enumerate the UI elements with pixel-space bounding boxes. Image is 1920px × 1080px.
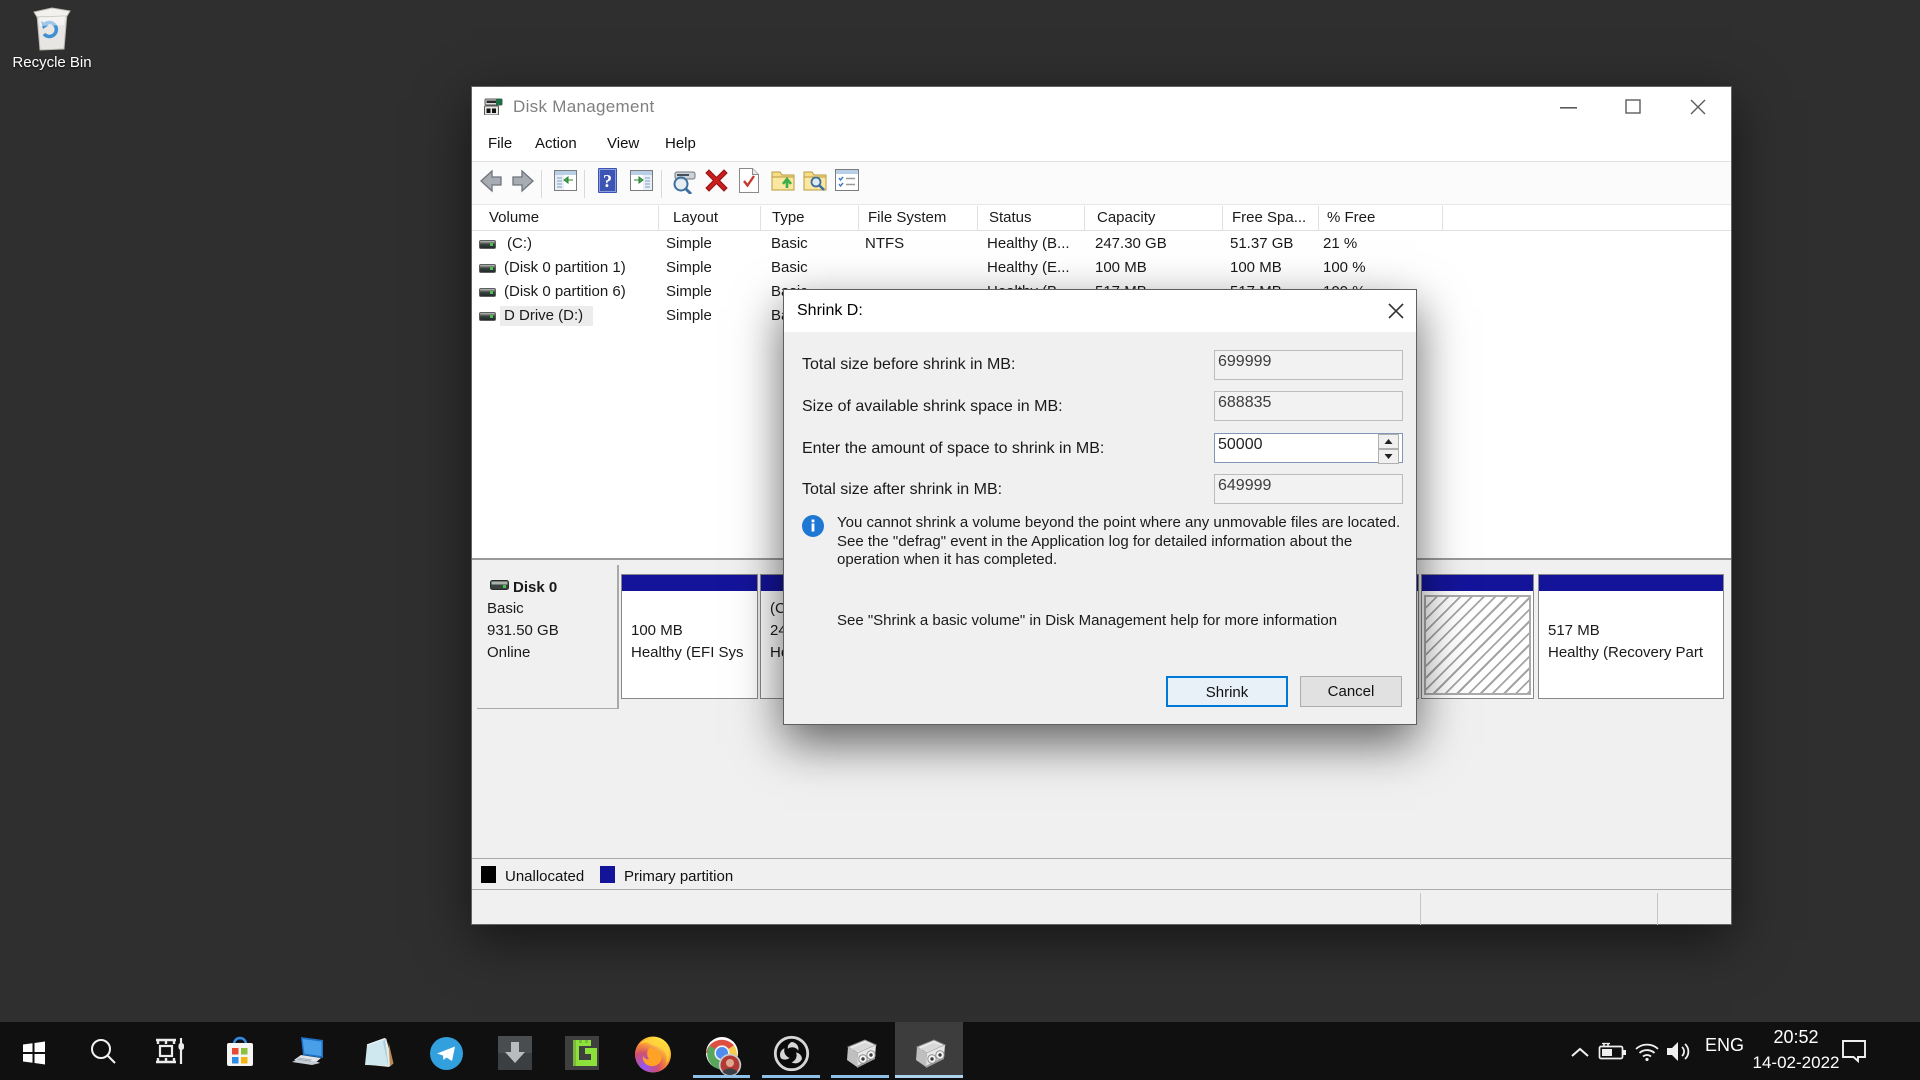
svg-text:?: ? (603, 171, 612, 191)
